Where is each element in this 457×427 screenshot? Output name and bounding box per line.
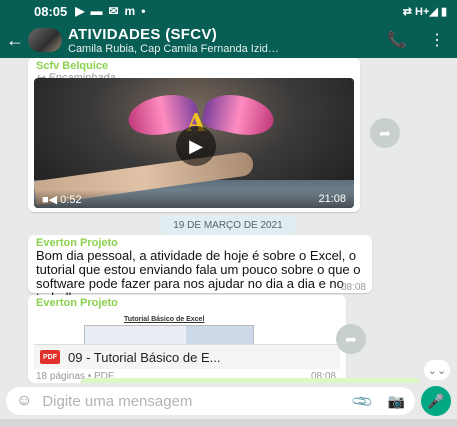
signal-battery-icons: ⇄ H+◢ ▮: [402, 5, 447, 18]
microphone-button[interactable]: 🎤: [421, 386, 451, 416]
add-call-icon[interactable]: 📞: [377, 30, 417, 50]
preview-title: Tutorial Básico de Excel: [124, 316, 205, 323]
document-file-row[interactable]: PDF 09 - Tutorial Básico de E...: [34, 345, 340, 369]
text-message[interactable]: Everton Projeto Bom dia pessoal, a ativi…: [28, 235, 372, 305]
clock: 08:05: [34, 3, 68, 19]
message-time: 08:08: [340, 282, 366, 293]
notification-icons: ▶ ▬ ✉ m •: [75, 4, 145, 18]
share-glyph: ➦: [379, 124, 391, 141]
scroll-to-bottom-icon[interactable]: ⌄⌄: [424, 360, 450, 380]
play-glyph: ▶: [189, 135, 203, 156]
camera-icon[interactable]: 📷: [388, 393, 405, 410]
share-forward-icon[interactable]: ➦: [336, 324, 366, 354]
chat-header: ← ATIVIDADES (SFCV) Camila Rubia, Cap Ca…: [0, 22, 457, 58]
back-arrow-icon[interactable]: ←: [4, 30, 26, 51]
system-nav-bar: [0, 419, 457, 427]
message-input-bar: ☺ Digite uma mensagem 📎 📷 🎤: [0, 383, 457, 419]
share-glyph: ➦: [345, 330, 357, 347]
emoji-icon[interactable]: ☺: [16, 392, 32, 410]
group-avatar[interactable]: [28, 28, 62, 52]
mic-icon: 🎤: [427, 392, 445, 409]
butterfly-wing-right: [200, 89, 278, 141]
video-duration: ■◀ 0:52: [42, 193, 82, 206]
preview-screenshot: [84, 325, 254, 344]
youtube-icon: ▶: [75, 4, 85, 18]
video-message[interactable]: Scfv Belquice ↪ Encaminhada A ▶ ■◀ 0:52 …: [28, 58, 360, 212]
status-bar: 08:05 ▶ ▬ ✉ m • ⇄ H+◢ ▮: [0, 0, 457, 22]
m-icon: m: [124, 4, 136, 18]
play-button-icon[interactable]: ▶: [176, 126, 216, 166]
video-time: 21:08: [318, 193, 346, 205]
message-input[interactable]: ☺ Digite uma mensagem 📎 📷: [6, 387, 415, 415]
pdf-file-icon: PDF: [40, 350, 60, 364]
document-name: 09 - Tutorial Básico de E...: [68, 349, 221, 365]
mail-icon: ✉: [108, 4, 119, 18]
video-meta: ■◀ 0:52 21:08: [34, 190, 354, 208]
chat-participants: Camila Rubia, Cap Camila Fernanda Izid…: [68, 42, 279, 55]
chat-title-block[interactable]: ATIVIDADES (SFCV) Camila Rubia, Cap Cami…: [68, 26, 377, 55]
date-separator: 19 DE MARÇO DE 2021: [160, 216, 296, 234]
document-message[interactable]: Everton Projeto Tutorial Básico de Excel…: [28, 295, 346, 383]
video-thumbnail[interactable]: A ▶ ■◀ 0:52 21:08: [34, 78, 354, 208]
more-options-icon[interactable]: ⋮: [417, 30, 457, 50]
chat-area[interactable]: Scfv Belquice ↪ Encaminhada A ▶ ■◀ 0:52 …: [0, 58, 457, 383]
sender-name: Everton Projeto: [36, 297, 118, 309]
message-icon: ▬: [90, 4, 103, 18]
dot-icon: •: [141, 4, 146, 18]
attach-icon[interactable]: 📎: [351, 389, 375, 413]
chat-title: ATIVIDADES (SFCV): [68, 25, 217, 43]
message-placeholder[interactable]: Digite uma mensagem: [42, 393, 354, 410]
share-forward-icon[interactable]: ➦: [370, 118, 400, 148]
document-preview[interactable]: Tutorial Básico de Excel: [34, 313, 340, 345]
